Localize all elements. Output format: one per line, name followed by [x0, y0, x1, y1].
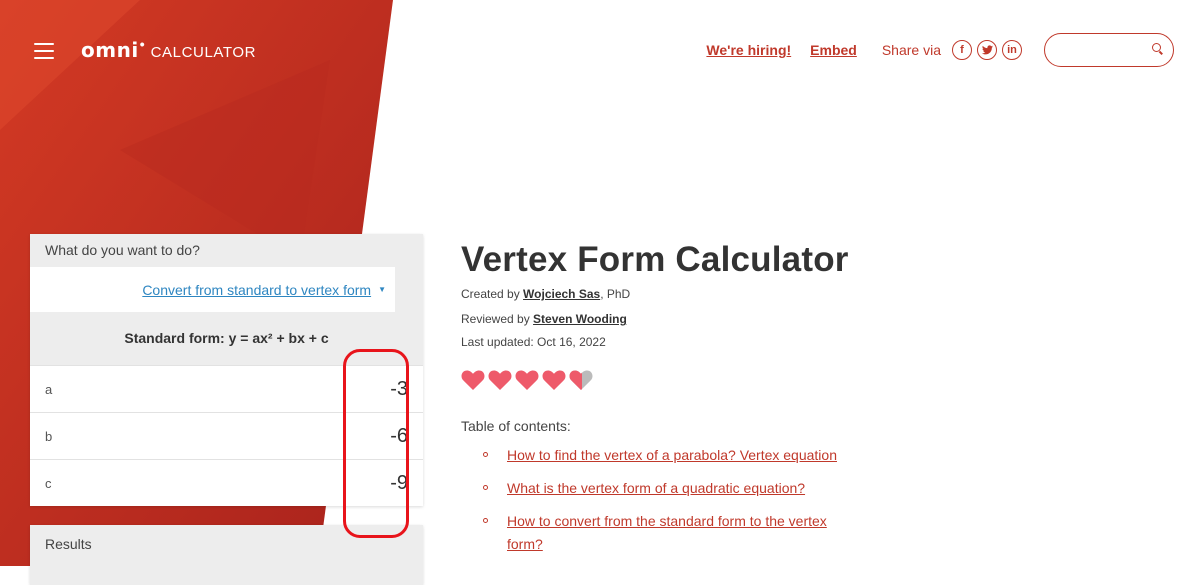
logo-mark: • — [139, 36, 145, 52]
toc-heading: Table of contents: — [461, 418, 571, 434]
question-heading: What do you want to do? — [45, 242, 200, 258]
reviewer-line: Reviewed by Steven Wooding — [461, 312, 627, 326]
toc-link-vertex-form[interactable]: What is the vertex form of a quadratic e… — [507, 480, 805, 496]
logo-suffix: CALCULATOR — [150, 44, 257, 61]
search-icon[interactable] — [1152, 43, 1161, 52]
top-nav: We're hiring! Embed Share via f in — [706, 32, 1174, 68]
input-label-b: b — [45, 428, 53, 444]
share-label: Share via — [881, 42, 941, 58]
bullet-icon — [483, 452, 488, 457]
input-label-c: c — [45, 475, 52, 491]
input-label-a: a — [45, 381, 53, 397]
omni-logo[interactable]: omni • CALCULATOR — [81, 36, 257, 62]
page-title: Vertex Form Calculator — [461, 240, 849, 279]
logo-wordmark: omni — [81, 38, 139, 62]
toc-item: What is the vertex form of a quadratic e… — [483, 477, 843, 500]
author-line: Created by Wojciech Sas, PhD — [461, 287, 630, 301]
toc-item: How to find the vertex of a parabola? Ve… — [483, 444, 843, 467]
embed-link[interactable]: Embed — [810, 42, 857, 58]
heart-icon[interactable] — [515, 369, 539, 391]
heart-icon[interactable] — [461, 369, 485, 391]
last-updated: Last updated: Oct 16, 2022 — [461, 335, 606, 349]
bullet-icon — [483, 485, 488, 490]
bullet-icon — [483, 518, 488, 523]
toc-link-vertex-equation[interactable]: How to find the vertex of a parabola? Ve… — [507, 447, 837, 463]
linkedin-icon[interactable]: in — [1002, 40, 1022, 60]
search-input[interactable] — [1044, 33, 1174, 67]
table-of-contents: How to find the vertex of a parabola? Ve… — [483, 444, 843, 566]
author-link[interactable]: Wojciech Sas — [523, 287, 600, 301]
dropdown-arrow-icon[interactable]: ▼ — [378, 285, 386, 294]
rating-hearts[interactable] — [461, 369, 596, 391]
created-prefix: Created by — [461, 287, 520, 301]
hiring-link[interactable]: We're hiring! — [706, 42, 791, 58]
mode-select-value[interactable]: Convert from standard to vertex form — [142, 282, 371, 298]
author-suffix: , PhD — [600, 287, 631, 301]
reviewed-prefix: Reviewed by — [461, 312, 530, 326]
heart-icon[interactable] — [488, 369, 512, 391]
menu-icon[interactable] — [34, 43, 54, 64]
heart-icon[interactable] — [542, 369, 566, 391]
half-heart-icon[interactable] — [569, 369, 593, 391]
highlight-annotation — [343, 349, 409, 538]
toc-item: How to convert from the standard form to… — [483, 510, 843, 556]
twitter-icon[interactable] — [977, 40, 997, 60]
facebook-icon[interactable]: f — [952, 40, 972, 60]
mode-select[interactable]: Convert from standard to vertex form ▼ — [30, 267, 395, 312]
toc-link-convert[interactable]: How to convert from the standard form to… — [507, 513, 827, 552]
reviewer-link[interactable]: Steven Wooding — [533, 312, 627, 326]
